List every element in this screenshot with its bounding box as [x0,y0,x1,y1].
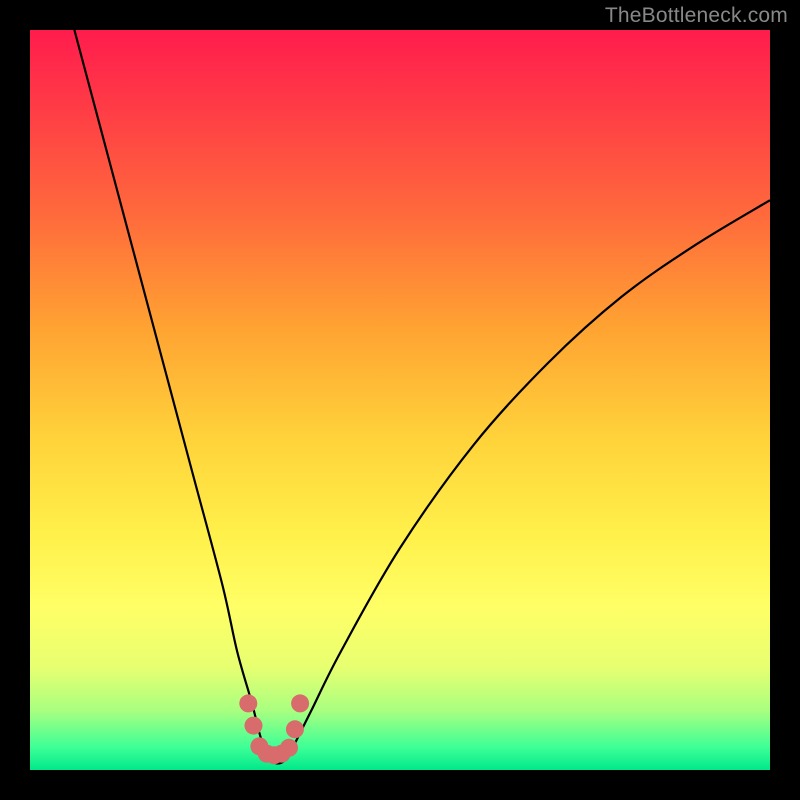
watermark-text: TheBottleneck.com [605,4,788,28]
curve-layer [30,30,770,770]
highlight-dot [291,694,309,712]
highlight-dots [239,694,309,764]
chart-frame: TheBottleneck.com [0,0,800,800]
highlight-dot [286,720,304,738]
bottleneck-curve [74,30,770,764]
plot-area [30,30,770,770]
highlight-dot [239,694,257,712]
highlight-dot [280,739,298,757]
highlight-dot [244,717,262,735]
